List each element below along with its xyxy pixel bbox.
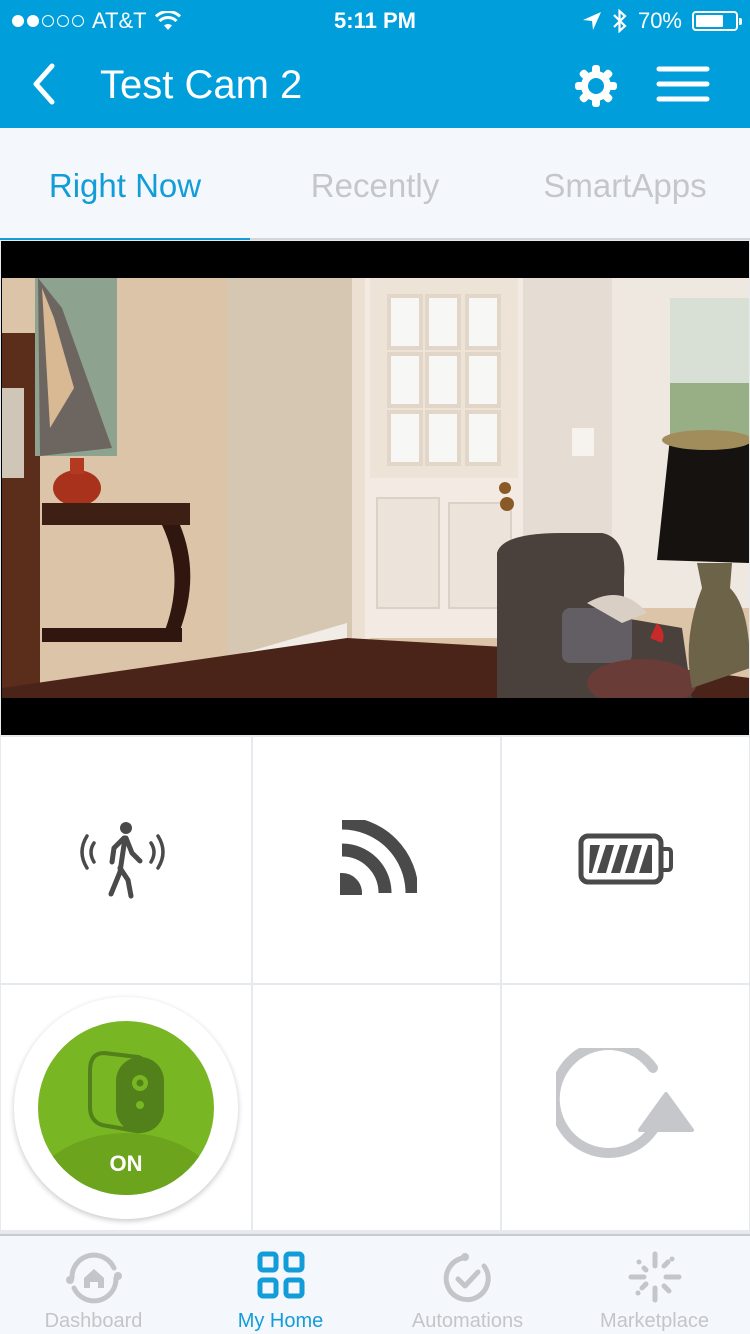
tab-recently[interactable]: Recently xyxy=(250,128,500,240)
dashboard-home-icon xyxy=(65,1252,122,1304)
device-tile-grid: ON xyxy=(0,736,750,1234)
tab-right-now[interactable]: Right Now xyxy=(0,128,250,242)
nav-bar: Test Cam 2 xyxy=(0,40,750,128)
bottom-tab-bar: Dashboard My Home Automations Marketplac… xyxy=(0,1234,750,1334)
camera-feed-image[interactable] xyxy=(2,278,749,698)
empty-tile xyxy=(253,985,500,1230)
tab-smartapps[interactable]: SmartApps xyxy=(500,128,750,240)
power-state-label: ON xyxy=(109,1150,143,1176)
tab-marketplace-label: Marketplace xyxy=(600,1310,709,1332)
gear-icon xyxy=(575,65,617,107)
grid-icon xyxy=(257,1251,304,1299)
signal-tile[interactable] xyxy=(253,737,500,983)
battery-level-fill xyxy=(696,15,723,27)
signal-strength-icon xyxy=(339,820,417,895)
status-bar: AT&T 5:11 PM 70% xyxy=(0,0,750,40)
chevron-left-icon xyxy=(33,63,55,105)
power-button[interactable]: ON xyxy=(38,1020,214,1195)
tab-my-home[interactable]: My Home xyxy=(187,1236,374,1334)
refresh-tile[interactable] xyxy=(502,985,749,1230)
marketplace-burst-icon xyxy=(628,1251,681,1303)
battery-percent: 70% xyxy=(637,8,682,33)
tab-my-home-label: My Home xyxy=(237,1310,324,1332)
motion-tile[interactable] xyxy=(1,737,251,983)
tab-automations-label: Automations xyxy=(411,1310,524,1332)
automations-check-icon xyxy=(443,1253,491,1303)
motion-sensor-icon xyxy=(80,822,165,899)
battery-icon xyxy=(692,11,742,31)
refresh-icon xyxy=(555,1047,694,1158)
back-button[interactable] xyxy=(26,60,66,108)
tab-automations[interactable]: Automations xyxy=(374,1236,561,1334)
camera-power-toggle[interactable]: ON xyxy=(14,996,238,1219)
battery-full-icon xyxy=(578,833,673,885)
camera-scene xyxy=(2,278,749,698)
battery-tile[interactable] xyxy=(502,737,749,983)
tab-dashboard-label: Dashboard xyxy=(44,1310,143,1332)
power-tile: ON xyxy=(1,985,251,1230)
tab-marketplace[interactable]: Marketplace xyxy=(561,1236,748,1334)
hamburger-menu-icon xyxy=(656,66,710,102)
bluetooth-icon xyxy=(613,9,627,33)
tab-bar: Right Now Recently SmartApps xyxy=(0,128,750,242)
menu-button[interactable] xyxy=(656,64,710,104)
camera-view[interactable] xyxy=(0,240,750,736)
settings-button[interactable] xyxy=(572,62,620,110)
tab-dashboard[interactable]: Dashboard xyxy=(0,1236,187,1334)
camera-power-icon xyxy=(88,1050,164,1133)
page-title: Test Cam 2 xyxy=(100,63,303,107)
location-arrow-icon xyxy=(582,12,601,30)
